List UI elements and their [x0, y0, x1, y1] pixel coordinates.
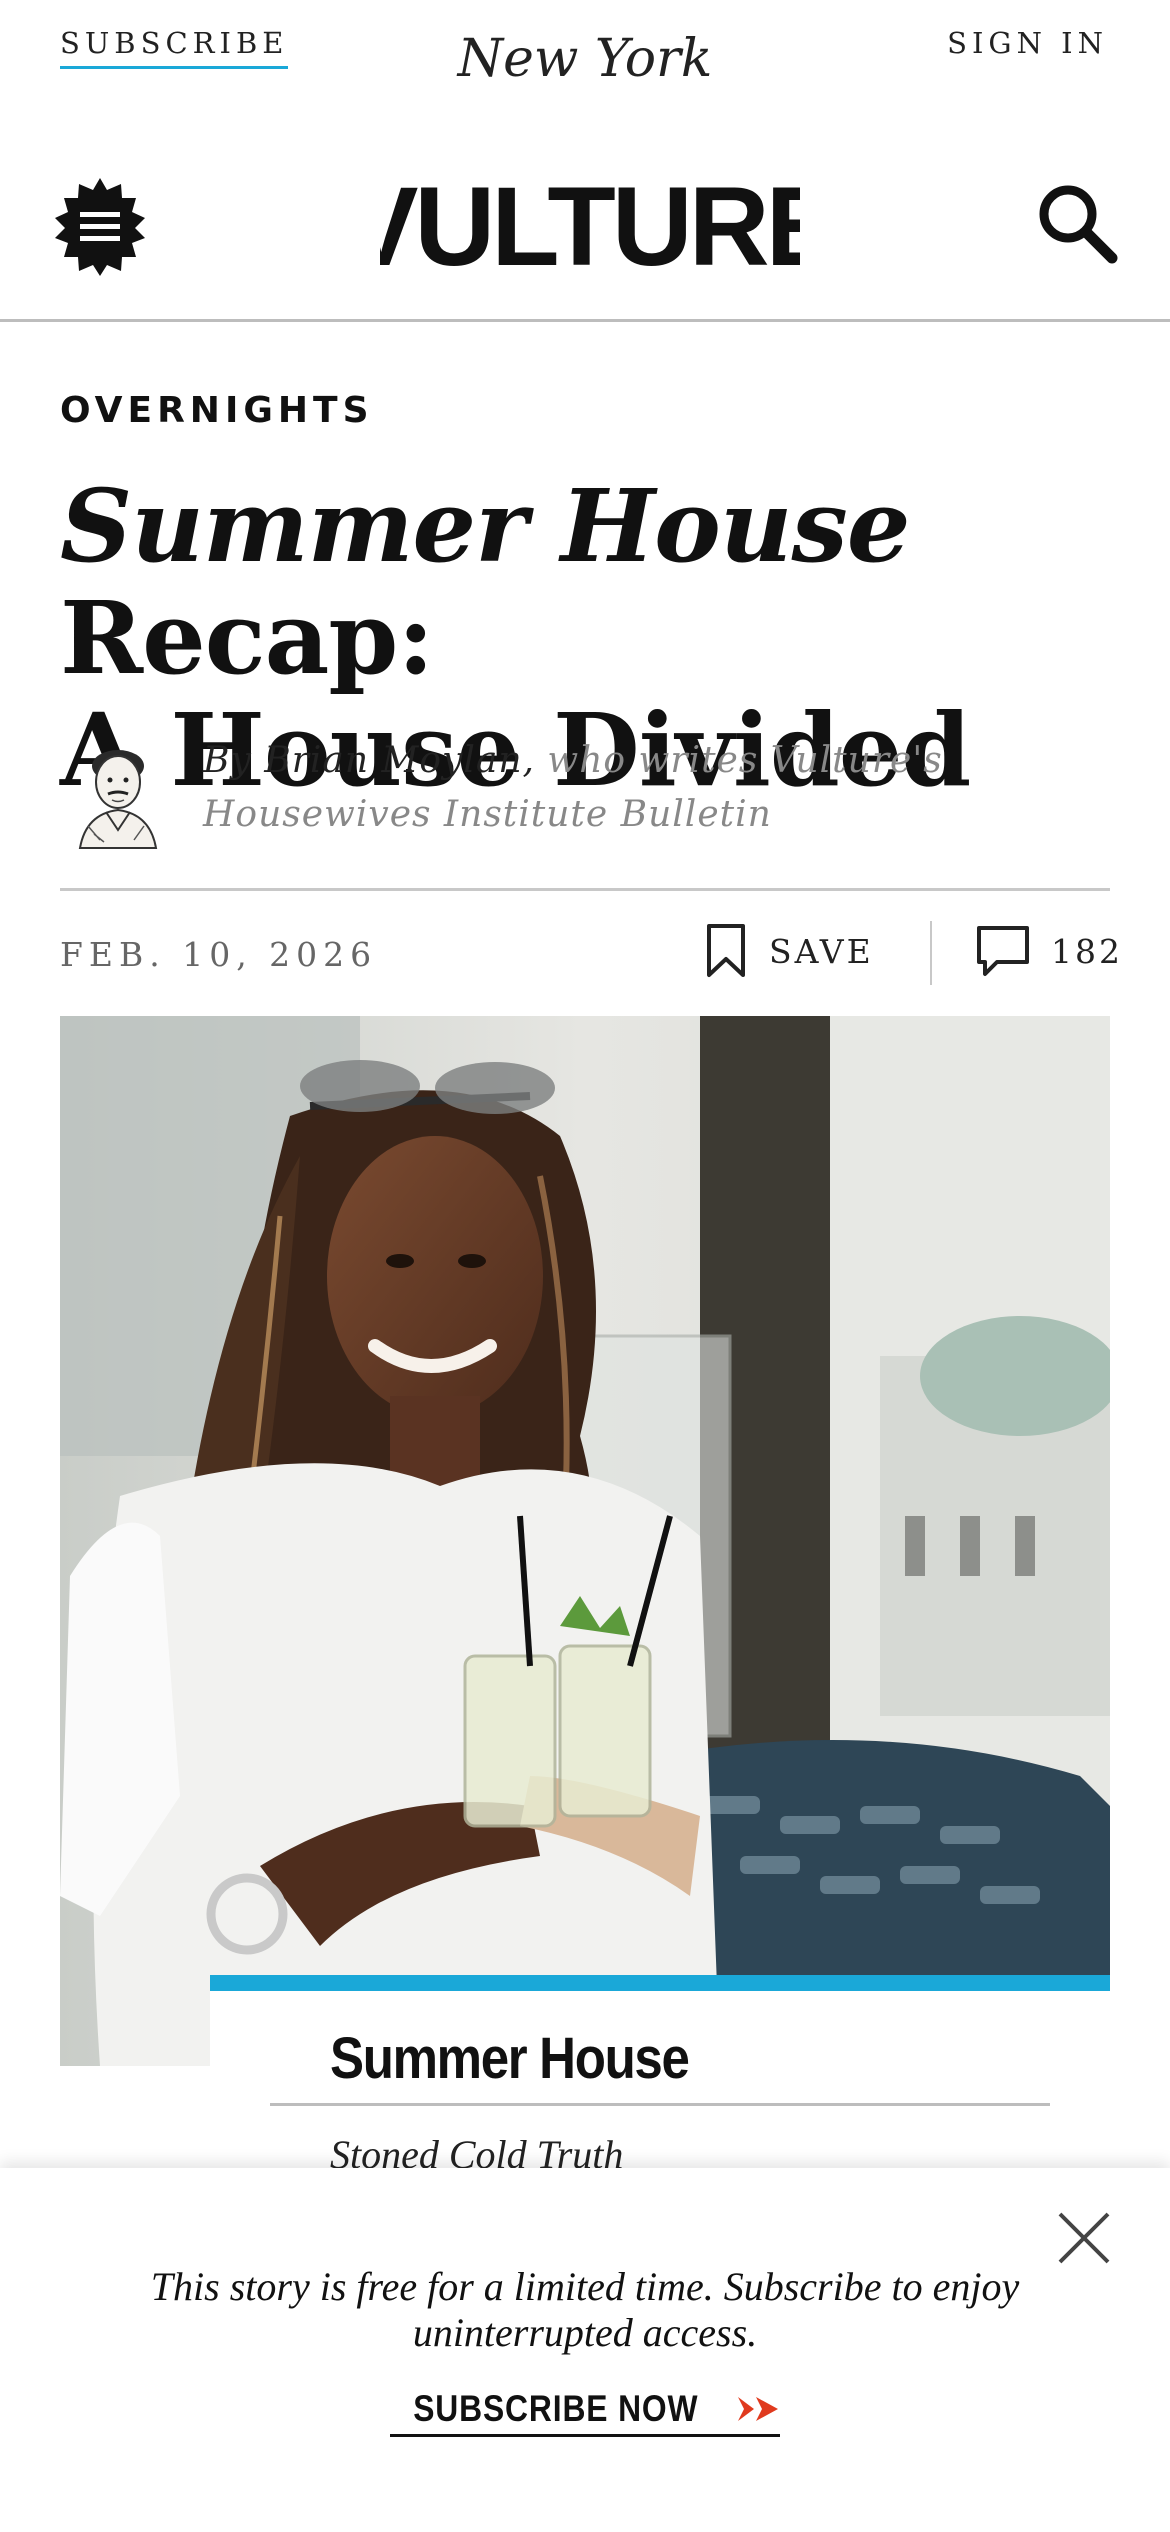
subscribe-now-row: SUBSCRIBE NOW	[0, 2388, 1170, 2437]
author-avatar[interactable]	[60, 730, 180, 850]
hero-image	[60, 1016, 1110, 2066]
subscribe-now-button[interactable]: SUBSCRIBE NOW	[390, 2388, 780, 2437]
sign-in-link[interactable]: SIGN IN	[947, 26, 1108, 60]
save-label: SAVE	[769, 931, 874, 971]
comments-button[interactable]: 182	[975, 921, 1123, 981]
save-button[interactable]: SAVE	[705, 921, 874, 981]
author-bio-1: who writes Vulture's	[534, 740, 943, 781]
paywall-banner: This story is free for a limited time. S…	[0, 2168, 1170, 2532]
show-card-divider	[270, 2103, 1050, 2106]
new-york-logo[interactable]: New York	[440, 18, 730, 98]
comment-count: 182	[1051, 931, 1123, 971]
masthead: VULTURE	[0, 150, 1170, 322]
author-name[interactable]: By Brian Moylan,	[203, 740, 535, 781]
bookmark-icon	[707, 924, 745, 977]
svg-text:New York: New York	[456, 29, 713, 89]
meta-divider	[930, 921, 932, 985]
double-arrow-icon	[737, 2397, 778, 2421]
headline-show-name: Summer House	[60, 467, 910, 585]
publish-date: FEB. 10, 2026	[60, 935, 378, 974]
author-bio-2: Housewives Institute Bulletin	[203, 794, 772, 835]
hamburger-menu-icon[interactable]	[50, 176, 150, 276]
subscribe-now-label: SUBSCRIBE NOW	[413, 2388, 699, 2429]
byline-text: By Brian Moylan, who writes Vulture's Ho…	[203, 734, 1083, 842]
article-meta-row: FEB. 10, 2026 SAVE 182	[60, 888, 1120, 998]
vulture-logo[interactable]: VULTURE	[380, 170, 800, 280]
comment-bubble-icon	[977, 926, 1029, 976]
search-icon[interactable]	[1034, 180, 1120, 266]
byline: By Brian Moylan, who writes Vulture's Ho…	[60, 730, 1110, 850]
show-title[interactable]: Summer House	[330, 2025, 690, 2092]
svg-text:VULTURE: VULTURE	[380, 170, 800, 280]
headline-line1-rest: Recap:	[60, 579, 434, 697]
show-card[interactable]: Summer House Stoned Cold Truth	[210, 1975, 1110, 2177]
top-bar: SUBSCRIBE New York SIGN IN	[0, 0, 1170, 110]
close-icon[interactable]	[1054, 2208, 1114, 2268]
paywall-message: This story is free for a limited time. S…	[150, 2264, 1020, 2355]
article-rubric[interactable]: OVERNIGHTS	[60, 390, 374, 431]
subscribe-link[interactable]: SUBSCRIBE	[60, 26, 289, 69]
